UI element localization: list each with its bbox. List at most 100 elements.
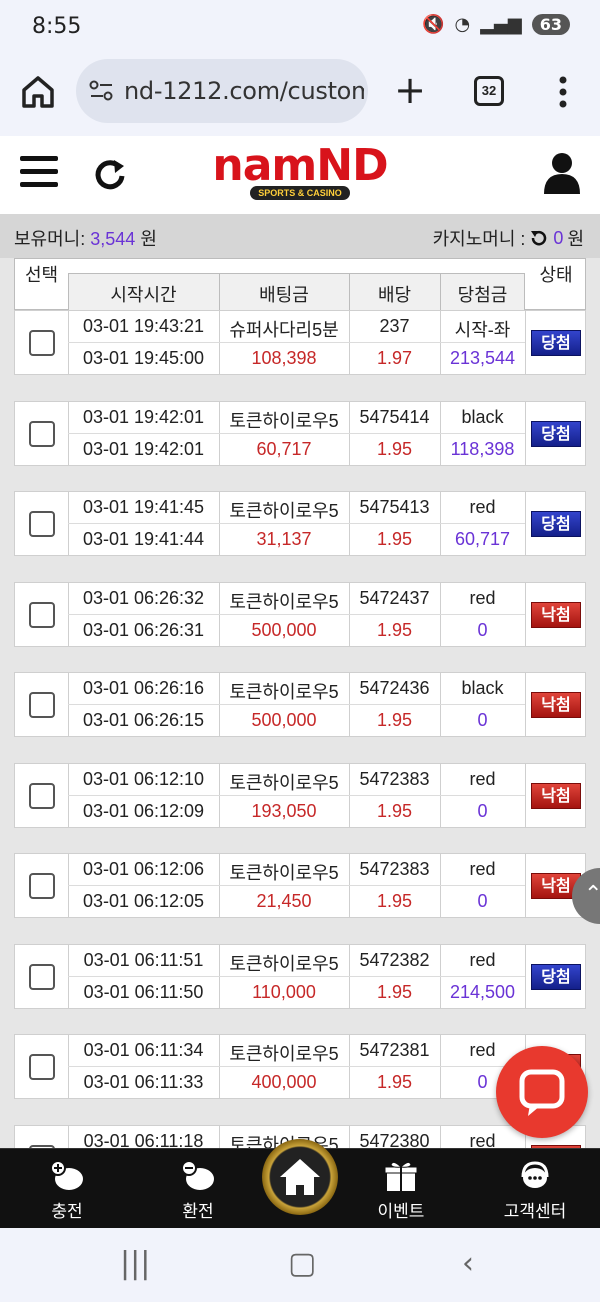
table-row[interactable]: 03-01 19:42:01 03-01 19:42:01 토큰하이로우5 60,71… [14,401,586,466]
address-bar[interactable]: nd-1212.com/custom [76,59,368,123]
round-number: 5472381 [359,1040,430,1060]
system-nav-bar: ||| ▢ ‹ [0,1228,600,1302]
bet-pick: 시작-좌 [454,320,511,340]
wifi-icon: ◔ [454,14,471,35]
bet-amount: 60,717 [256,439,312,459]
bet-amount: 21,450 [256,891,312,911]
signal-icon: ▂▄▆ [480,14,522,35]
status-badge: 낙첨 [531,692,581,718]
result-time: 03-01 06:12:09 [82,801,205,821]
result-time: 03-01 06:12:05 [82,891,205,911]
new-tab-icon[interactable]: + [392,70,428,110]
chat-button[interactable] [496,1046,588,1138]
site-logo[interactable]: namND SPORTS & CASINO [200,140,400,202]
round-number: 5472382 [359,950,430,970]
logo-wordmark: namND [212,140,388,191]
bet-pick: red [469,859,496,879]
row-checkbox[interactable] [29,1054,55,1080]
row-checkbox[interactable] [29,692,55,718]
round-number: 5472383 [359,769,430,789]
table-row[interactable]: 03-01 06:11:51 03-01 06:11:50 토큰하이로우5 110,0… [14,944,586,1009]
site-header: namND SPORTS & CASINO [0,136,600,214]
browser-home-icon[interactable] [18,72,58,112]
bet-amount: 400,000 [251,1072,317,1092]
bet-pick: black [461,407,504,427]
status-badge: 당첨 [531,421,581,447]
mute-icon: 🔇 [422,14,445,35]
odds-value: 1.95 [376,620,413,640]
table-row[interactable]: 03-01 06:26:32 03-01 06:26:31 토큰하이로우5 500,0… [14,582,586,647]
table-row[interactable]: 03-01 06:12:10 03-01 06:12:09 토큰하이로우5 193,0… [14,763,586,828]
row-checkbox[interactable] [29,421,55,447]
casino-money-unit: 원 [567,229,584,249]
result-time: 03-01 19:42:01 [82,439,205,459]
table-row[interactable]: 03-01 19:41:45 03-01 19:41:44 토큰하이로우5 31,13… [14,491,586,556]
back-icon[interactable]: ‹ [462,1246,474,1281]
odds-value: 1.95 [376,529,413,549]
row-checkbox[interactable] [29,602,55,628]
game-name: 토큰하이로우5 [229,411,339,431]
logo-subtitle: SPORTS & CASINO [250,186,350,200]
nav-support[interactable]: 고객센터 [480,1159,590,1222]
home-icon [280,1159,320,1195]
game-name: 토큰하이로우5 [229,773,339,793]
tab-switcher-button[interactable]: 32 [474,76,504,106]
row-checkbox[interactable] [29,783,55,809]
row-checkbox[interactable] [29,511,55,537]
bet-history-list[interactable]: 선택 상태 시작시간 배팅금 배당 당첨금 03-01 19:43:21 03-0… [0,258,600,1148]
status-badge: 낙첨 [531,783,581,809]
casino-refresh-icon[interactable] [529,228,549,248]
odds-value: 1.95 [376,982,413,1002]
nav-events[interactable]: 이벤트 [346,1159,456,1222]
piggy-plus-icon [50,1160,83,1190]
bet-time: 03-01 06:11:34 [83,1040,204,1060]
bet-time: 03-01 19:42:01 [82,407,205,427]
table-row[interactable]: 03-01 06:26:16 03-01 06:26:15 토큰하이로우5 500,0… [14,672,586,737]
odds-value: 1.95 [376,710,413,730]
game-name: 토큰하이로우5 [229,954,339,974]
win-amount: 0 [477,891,488,911]
holding-money-label: 보유머니: [14,229,86,249]
row-checkbox[interactable] [29,964,55,990]
win-amount: 0 [477,620,488,640]
clock: 8:55 [32,14,82,39]
bet-pick: red [469,588,496,608]
bet-pick: red [469,497,496,517]
site-settings-icon[interactable] [88,77,116,105]
nav-withdraw-label: 환전 [182,1202,214,1221]
odds-value: 1.95 [376,1072,413,1092]
gift-icon [384,1161,418,1191]
status-badge: 당첨 [531,330,581,356]
round-number: 5472383 [359,859,430,879]
game-name: 토큰하이로우5 [229,592,339,612]
bet-amount: 110,000 [252,982,316,1002]
table-row[interactable]: 03-01 19:43:21 03-01 19:45:00 슈퍼사다리5분 108,3… [14,310,586,375]
odds-value: 1.97 [376,348,413,368]
status-badge: 낙첨 [531,602,581,628]
bet-amount: 108,398 [251,348,317,368]
status-badge: 당첨 [531,964,581,990]
refresh-icon[interactable] [92,156,128,192]
home-system-icon[interactable]: ▢ [288,1246,316,1281]
battery-icon: 63 [531,14,570,35]
header-start-time: 시작시간 [110,285,177,305]
row-checkbox[interactable] [29,873,55,899]
nav-deposit[interactable]: 충전 [12,1159,122,1222]
win-amount: 213,544 [449,348,516,368]
browser-menu-icon[interactable] [548,72,578,112]
recents-icon[interactable]: ||| [120,1246,150,1281]
bottom-nav: 충전 환전 이벤트 고객센터 [0,1139,600,1228]
bet-time: 03-01 06:11:51 [83,950,204,970]
bet-time: 03-01 06:26:32 [82,588,205,608]
user-profile-icon[interactable] [542,150,582,194]
nav-home-button[interactable] [262,1139,338,1215]
header-bet-amount: 배팅금 [259,285,309,305]
casino-money-value: 0 [553,227,564,248]
bet-time: 03-01 06:12:10 [82,769,205,789]
row-checkbox[interactable] [29,330,55,356]
result-time: 03-01 06:26:15 [82,710,205,730]
hamburger-menu-icon[interactable] [20,156,58,190]
round-number: 5472380 [359,1131,430,1148]
nav-withdraw[interactable]: 환전 [143,1159,253,1222]
table-row[interactable]: 03-01 06:12:06 03-01 06:12:05 토큰하이로우5 21,45… [14,853,586,918]
